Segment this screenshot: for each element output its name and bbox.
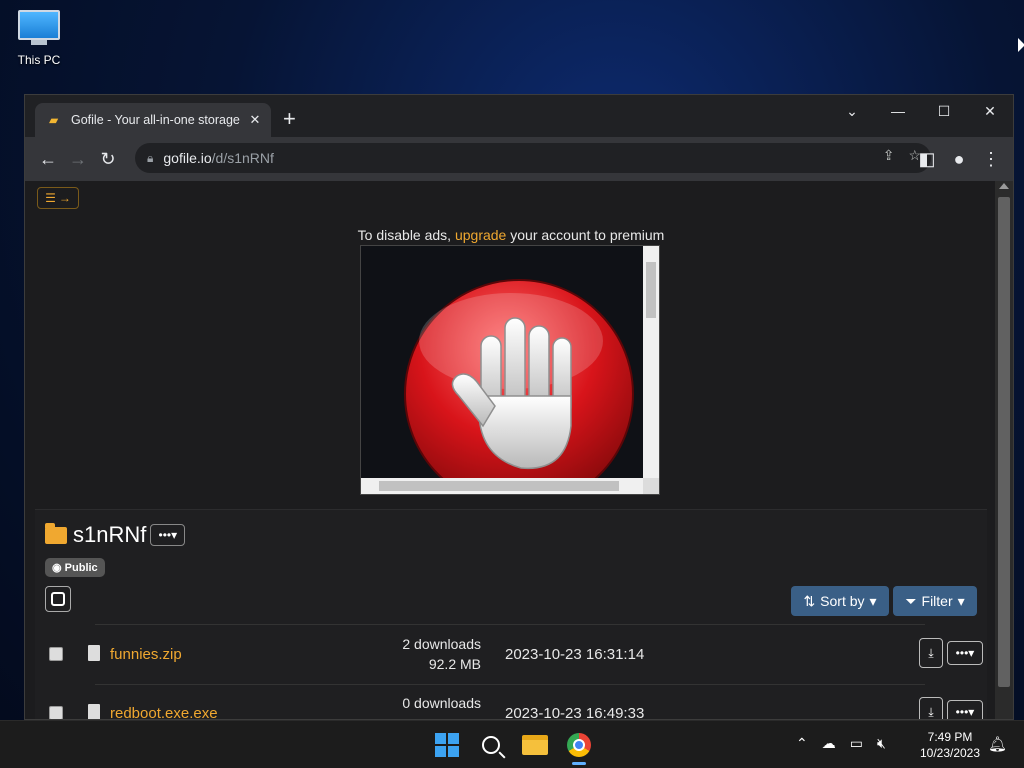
download-file-icon[interactable]: ⤓ [919, 638, 943, 668]
clock-date: 10/23/2023 [919, 746, 981, 760]
file-name-link[interactable]: funnies.zip [110, 646, 182, 663]
chevron-up-icon[interactable]: ⌃ [796, 735, 808, 752]
clock[interactable]: 7:49 PM 10/23/2023 [914, 729, 986, 761]
maximize-button[interactable]: ☐ [921, 95, 967, 127]
filter-button[interactable]: ⏷ Filter ▾ [893, 586, 977, 616]
ad-notice: To disable ads, upgrade your account to … [357, 227, 665, 243]
new-tab-button[interactable]: + [283, 107, 296, 131]
file-size: 92.2 MB [428, 656, 481, 672]
tab-title: Gofile - Your all-in-one storage [71, 113, 240, 127]
folder-options-button[interactable]: •••▾ [150, 524, 186, 546]
folder-header: s1nRNf •••▾ [45, 522, 186, 548]
clock-time: 7:49 PM [927, 730, 973, 744]
file-options-button[interactable]: •••▾ [947, 700, 983, 719]
forward-arrow-icon[interactable]: → [63, 144, 93, 174]
file-date: 2023-10-23 16:31:14 [505, 646, 645, 663]
monitor-icon [18, 10, 60, 40]
tab-close-icon[interactable]: ✕ [247, 112, 263, 128]
windows-logo-icon [435, 733, 459, 757]
search-icon [482, 736, 500, 754]
profile-avatar-icon[interactable]: ● [944, 144, 974, 174]
browser-toolbar: ← → ↻ 🔒︎ gofile.io /d/s1nRNf ⇪ ☆ ◧ ● ⋮ [25, 137, 1013, 181]
minimize-button[interactable]: — [875, 95, 921, 127]
network-icon[interactable]: ▭ [850, 735, 863, 752]
zip-file-icon [88, 645, 100, 661]
ad-vertical-scrollbar[interactable] [643, 246, 659, 480]
file-name-link[interactable]: redboot.exe.exe [110, 705, 218, 719]
share-icon[interactable]: ⇪ [883, 147, 895, 164]
start-button[interactable] [430, 729, 464, 761]
onedrive-icon[interactable]: ☁ [822, 735, 836, 752]
filter-icon: ⏷ [905, 592, 917, 609]
tab-search-dropdown-icon[interactable]: ⌄ [829, 95, 875, 127]
page-content: ☰ → To disable ads, upgrade your account … [25, 181, 997, 720]
file-explorer-icon [522, 735, 548, 755]
file-date: 2023-10-23 16:49:33 [505, 705, 645, 720]
sort-by-button[interactable]: ⇅ Sort by ▾ [791, 586, 889, 616]
menu-icon: ☰ [45, 191, 56, 205]
close-window-button[interactable]: ✕ [967, 95, 1013, 127]
back-arrow-icon[interactable]: ← [33, 144, 63, 174]
folder-icon [45, 522, 67, 544]
scrollbar-thumb[interactable] [998, 197, 1010, 687]
public-badge: ◉ Public [45, 558, 105, 577]
file-icon [88, 704, 100, 719]
chrome-menu-icon[interactable]: ⋮ [976, 144, 1006, 174]
page-scrollbar[interactable] [995, 181, 1013, 719]
search-button[interactable] [474, 729, 508, 761]
caret-down-icon: ▾ [957, 592, 965, 609]
this-pc-desktop-icon[interactable]: This PC [14, 10, 64, 67]
file-row: funnies.zip 2 downloads 92.2 MB 2023-10-… [35, 626, 987, 684]
stop-hand-icon [404, 279, 634, 494]
chrome-taskbar-button[interactable] [562, 729, 596, 765]
lock-icon[interactable]: 🔒︎ [147, 151, 153, 166]
address-bar[interactable]: 🔒︎ gofile.io /d/s1nRNf ⇪ ☆ [135, 143, 931, 173]
tab-gofile[interactable]: ▰ Gofile - Your all-in-one storage ✕ [35, 103, 271, 137]
url-host: gofile.io [163, 150, 212, 166]
desktop-icon-label: This PC [17, 53, 61, 67]
select-all-checkbox[interactable] [45, 586, 71, 612]
side-panel-icon[interactable]: ◧ [912, 144, 942, 174]
browser-window: ▰ Gofile - Your all-in-one storage ✕ + ⌄… [24, 94, 1014, 720]
gofile-favicon-icon: ▰ [49, 113, 59, 127]
volume-muted-icon[interactable]: 🔇︎ [877, 735, 886, 752]
ad-horizontal-scrollbar[interactable] [361, 478, 645, 494]
caret-down-icon: ▾ [869, 592, 877, 609]
scroll-up-icon[interactable] [999, 183, 1009, 189]
file-explorer-button[interactable] [518, 729, 552, 761]
file-downloads: 2 downloads [402, 636, 481, 652]
chrome-icon [567, 733, 591, 757]
system-tray: ⌃ ☁ ▭ 🔇︎ [796, 735, 886, 752]
tab-bar: ▰ Gofile - Your all-in-one storage ✕ + ⌄… [25, 95, 1013, 137]
url-path: /d/s1nRNf [211, 150, 274, 166]
file-downloads: 0 downloads [402, 695, 481, 711]
notification-bell-icon[interactable]: 🔔︎ [988, 735, 1007, 753]
upgrade-link[interactable]: upgrade [455, 227, 506, 243]
sort-icon: ⇅ [803, 592, 816, 609]
file-checkbox[interactable] [49, 706, 63, 719]
download-file-icon[interactable]: ⤓ [919, 697, 943, 719]
file-checkbox[interactable] [49, 647, 63, 661]
file-options-button[interactable]: •••▾ [947, 641, 983, 665]
mouse-cursor-icon [1018, 38, 1024, 52]
taskbar: ⌃ ☁ ▭ 🔇︎ 7:49 PM 10/23/2023 🔔︎ [0, 720, 1024, 768]
reload-icon[interactable]: ↻ [93, 144, 123, 174]
eye-icon: ◉ [52, 562, 62, 574]
folder-name: s1nRNf [73, 522, 147, 547]
file-row: redboot.exe.exe 0 downloads 2023-10-23 1… [35, 685, 987, 720]
ad-iframe[interactable] [360, 245, 660, 495]
sidebar-toggle-button[interactable]: ☰ → [37, 187, 79, 209]
folder-panel: s1nRNf •••▾ ◉ Public ⇅ Sort by ▾ ⏷ Filte… [35, 509, 987, 720]
arrow-right-icon: → [58, 191, 71, 205]
